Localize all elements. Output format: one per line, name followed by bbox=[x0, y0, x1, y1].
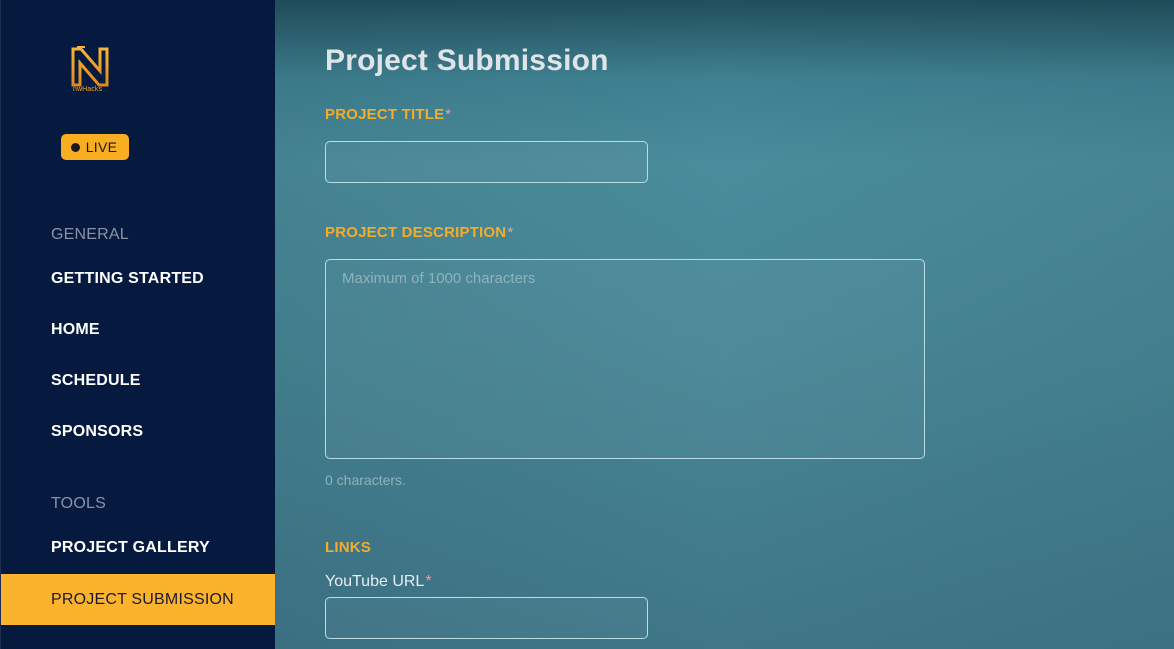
section-heading-tools: TOOLS bbox=[51, 495, 106, 512]
youtube-url-label: YouTube URL* bbox=[325, 573, 432, 591]
sidebar-item-schedule[interactable]: SCHEDULE bbox=[1, 355, 276, 406]
sidebar-item-home[interactable]: HOME bbox=[1, 304, 276, 355]
project-description-label: PROJECT DESCRIPTION* bbox=[325, 224, 513, 241]
sidebar-item-getting-started[interactable]: GETTING STARTED bbox=[1, 253, 276, 304]
live-badge: LIVE bbox=[61, 134, 129, 160]
project-description-label-text: PROJECT DESCRIPTION bbox=[325, 224, 507, 241]
required-mark: * bbox=[507, 224, 514, 241]
sidebar: nwHacks LIVE GENERAL GETTING STARTED HOM… bbox=[0, 0, 276, 649]
sidebar-item-sponsors[interactable]: SPONSORS bbox=[1, 406, 276, 457]
project-title-label-text: PROJECT TITLE bbox=[325, 106, 445, 123]
youtube-url-label-text: YouTube URL bbox=[325, 573, 425, 590]
logo-icon bbox=[71, 46, 109, 87]
nwhacks-logo[interactable]: nwHacks bbox=[69, 45, 113, 97]
description-placeholder: Maximum of 1000 characters bbox=[342, 270, 536, 287]
page-title: Project Submission bbox=[325, 44, 609, 77]
project-title-input[interactable] bbox=[325, 141, 648, 183]
required-mark: * bbox=[425, 573, 432, 590]
project-title-label: PROJECT TITLE* bbox=[325, 106, 451, 123]
section-heading-general: GENERAL bbox=[51, 226, 129, 243]
live-label: LIVE bbox=[85, 139, 118, 155]
logo-text: nwHacks bbox=[73, 86, 103, 93]
main-content: Project Submission PROJECT TITLE* PROJEC… bbox=[275, 0, 1174, 649]
app-root: nwHacks LIVE GENERAL GETTING STARTED HOM… bbox=[0, 0, 1174, 649]
character-count: 0 characters. bbox=[325, 472, 406, 488]
links-heading: LINKS bbox=[325, 539, 371, 556]
live-dot-icon bbox=[70, 142, 80, 152]
sidebar-item-project-gallery[interactable]: PROJECT GALLERY bbox=[1, 522, 276, 573]
project-description-textarea[interactable]: Maximum of 1000 characters bbox=[325, 259, 925, 459]
youtube-url-input[interactable] bbox=[325, 597, 648, 639]
sidebar-item-project-submission[interactable]: PROJECT SUBMISSION bbox=[1, 574, 276, 625]
required-mark: * bbox=[445, 106, 452, 123]
